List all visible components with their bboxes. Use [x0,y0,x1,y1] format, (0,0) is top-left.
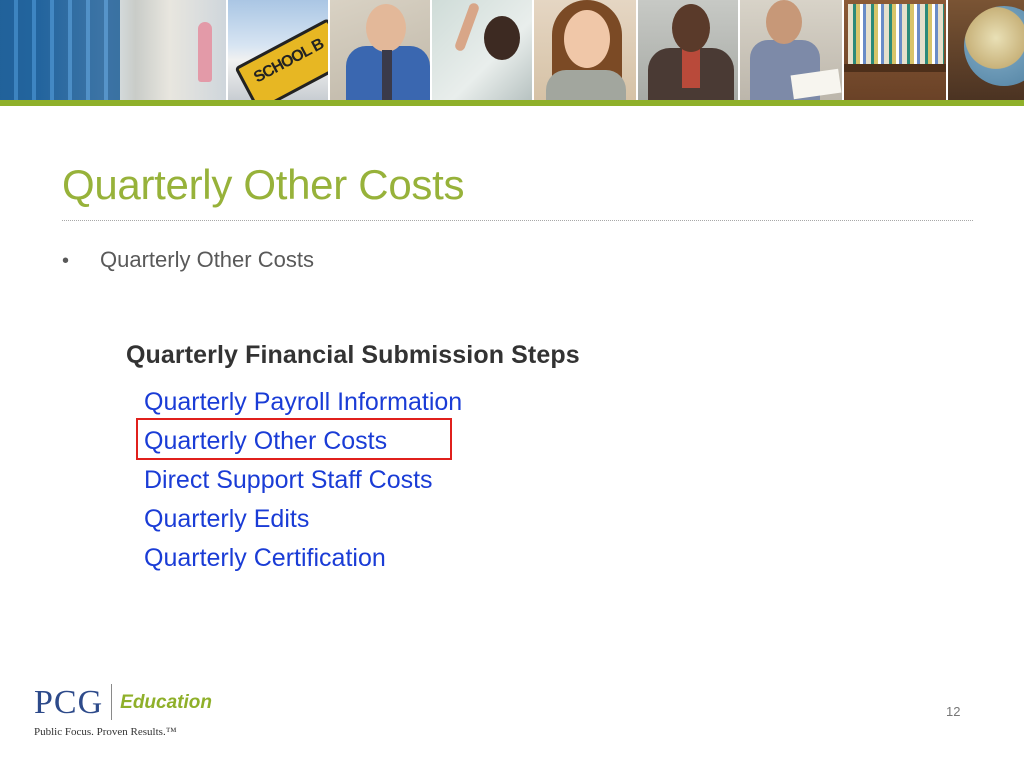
logo-divider [111,684,113,720]
step-link-quarterly-edits[interactable]: Quarterly Edits [144,500,462,539]
school-hallway-photo [0,0,228,100]
school-bus-sign-text: SCHOOL B [251,35,327,87]
logo-tagline: Public Focus. Proven Results.™ [34,726,177,738]
administrator-photo [638,0,740,100]
teacher-photo [330,0,432,100]
banner-accent-bar [0,100,1024,106]
highlight-box [136,418,452,460]
step-link-quarterly-certification[interactable]: Quarterly Certification [144,539,462,578]
bullet-item: • Quarterly Other Costs [62,247,314,273]
school-bus-sign: SCHOOL B [234,18,328,100]
step-link-payroll-information[interactable]: Quarterly Payroll Information [144,383,462,422]
submission-steps-list: Quarterly Payroll Information Quarterly … [144,383,462,578]
smiling-woman-photo [534,0,638,100]
photo-banner: SCHOOL B [0,0,1024,100]
logo-division: Education [120,692,212,713]
page-number: 12 [946,704,961,719]
school-bus-sign-photo: SCHOOL B [228,0,330,100]
bookshelf-photo [844,0,948,100]
submission-steps-heading: Quarterly Financial Submission Steps [126,341,580,369]
slide-title: Quarterly Other Costs [62,161,465,208]
logo-brand: PCG [34,684,104,721]
bullet-marker: • [62,250,70,272]
title-divider [62,220,973,221]
student-writing-photo [740,0,844,100]
bullet-text: Quarterly Other Costs [100,247,314,272]
student-whiteboard-photo [432,0,534,100]
pcg-education-logo: PCG Education Public Focus. Proven Result… [34,684,212,738]
step-link-direct-support-staff-costs[interactable]: Direct Support Staff Costs [144,461,462,500]
globe-photo [948,0,1024,100]
